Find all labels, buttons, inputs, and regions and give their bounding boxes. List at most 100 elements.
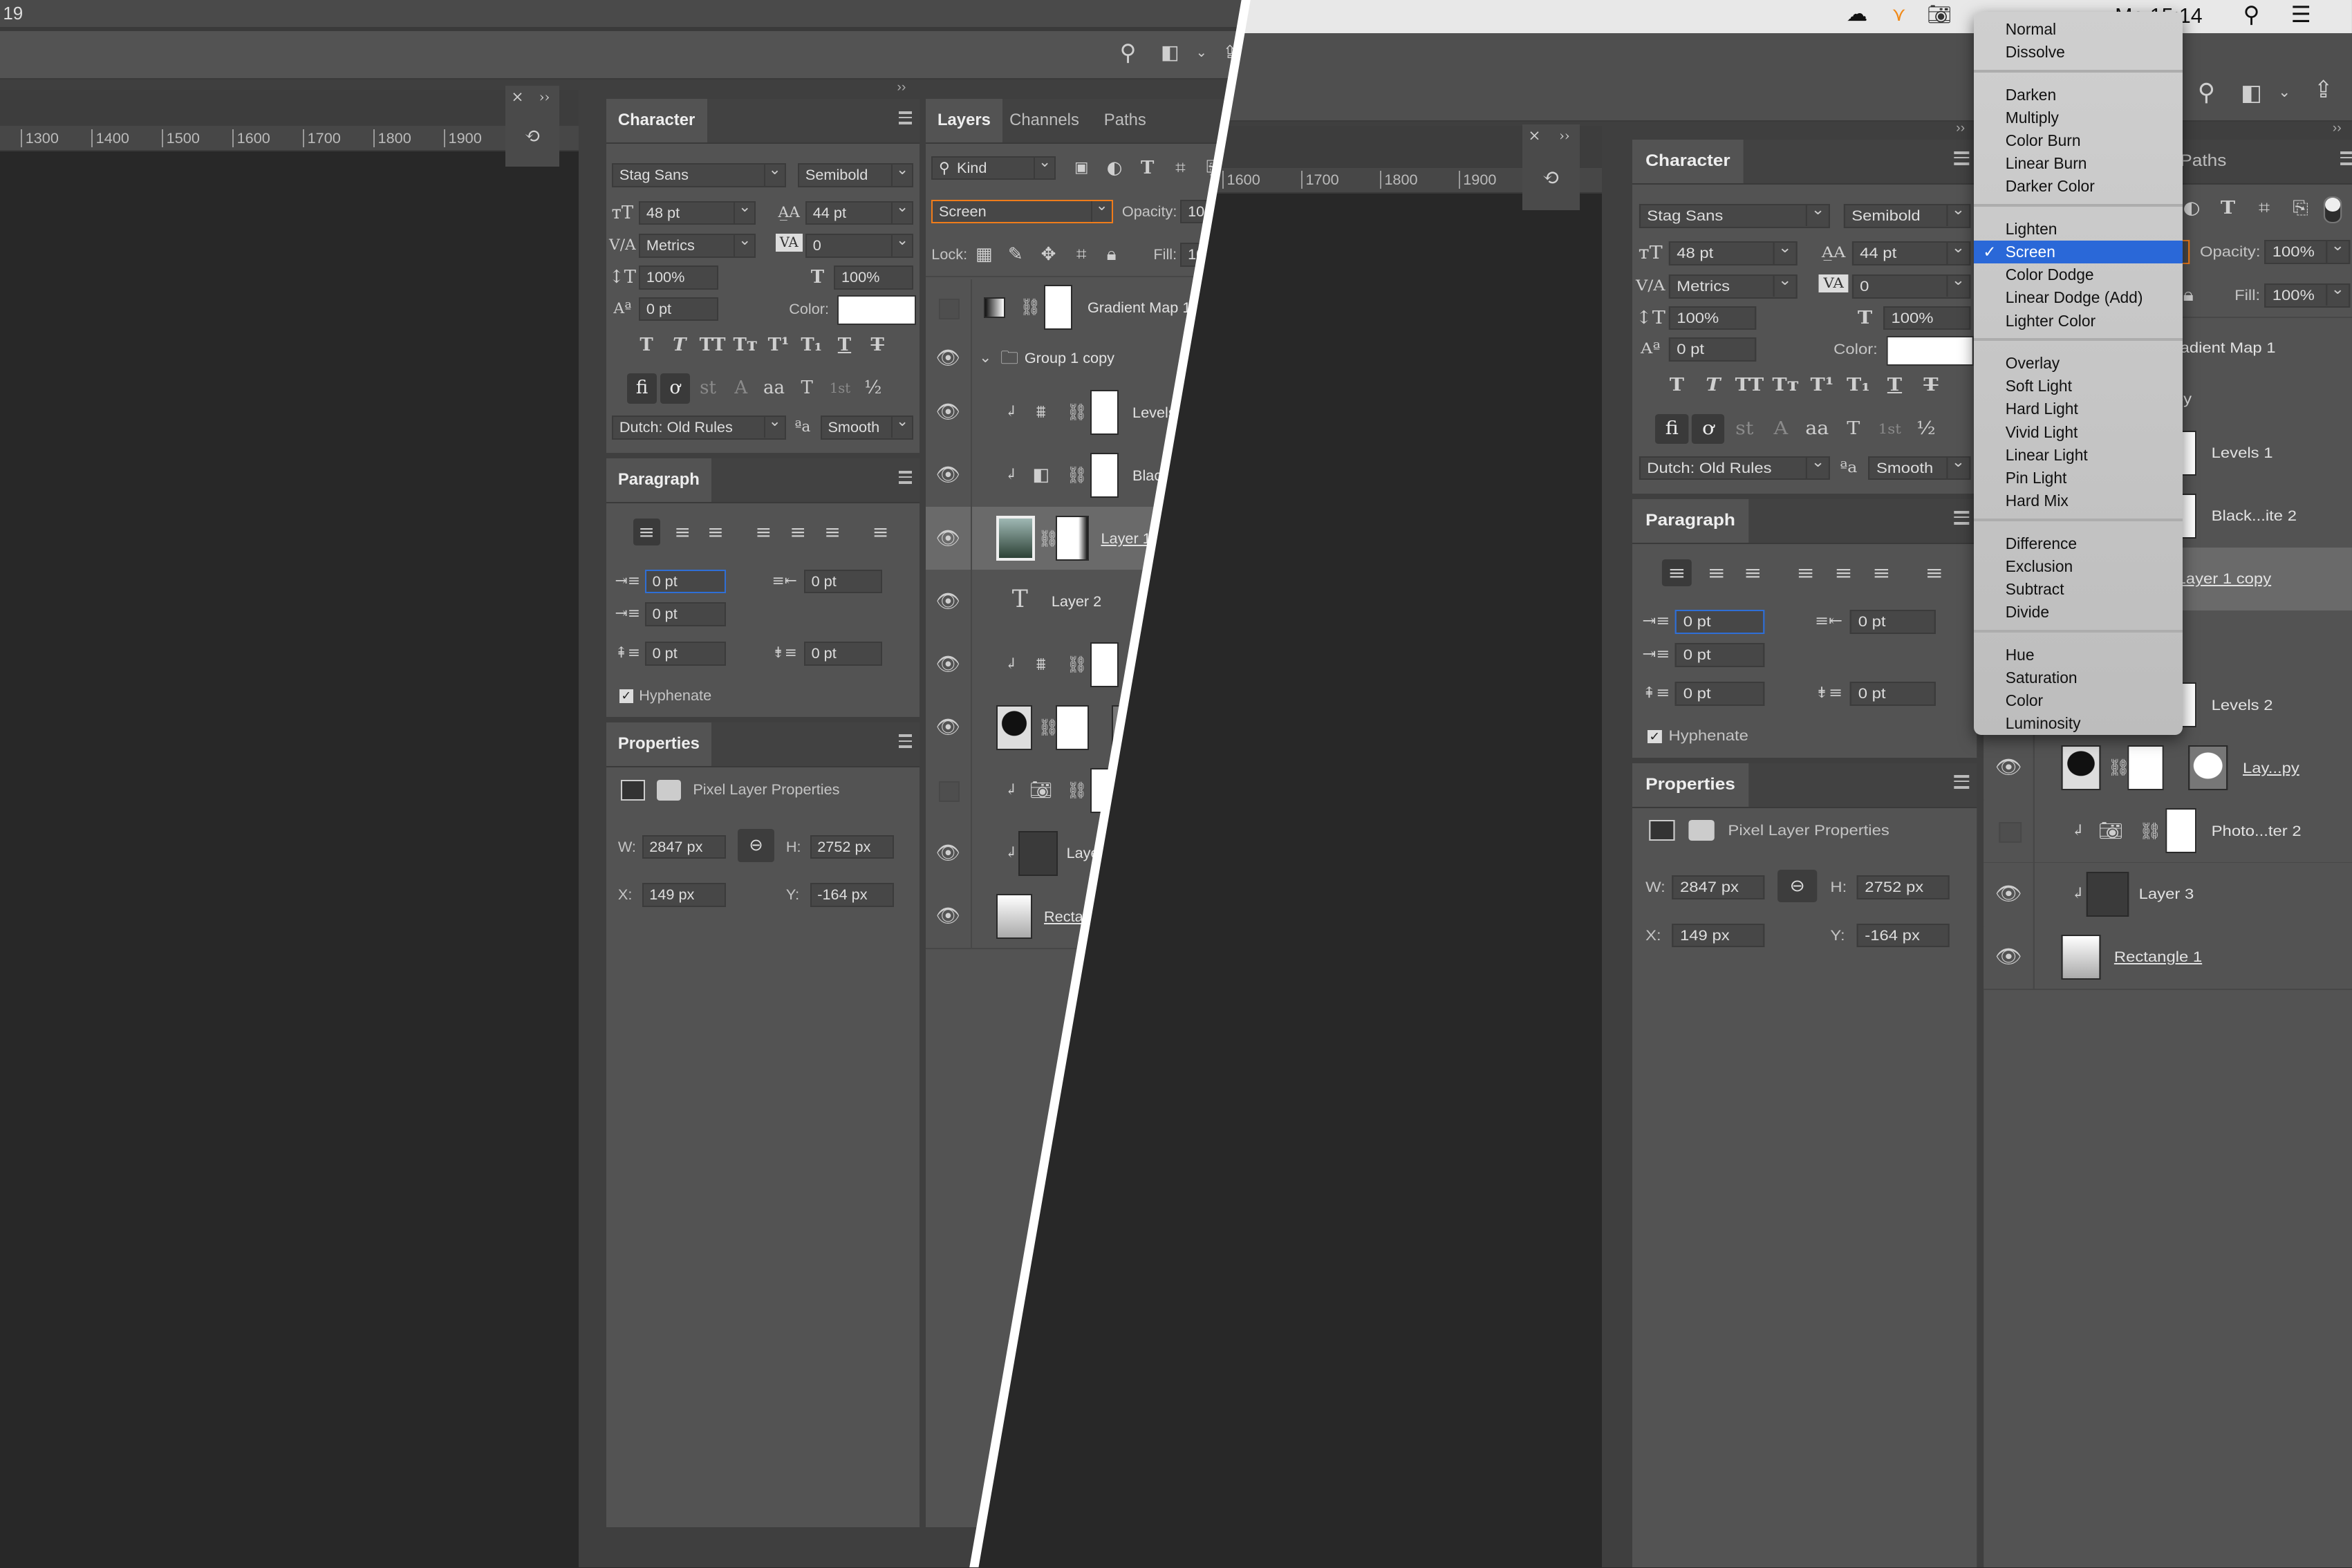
filter-shape-icon[interactable]: ⌗ bbox=[1170, 156, 1191, 180]
workspace-icon[interactable]: ◧ bbox=[1158, 41, 1182, 65]
tab-character[interactable]: Character bbox=[1632, 139, 1744, 183]
hyphenate-checkbox[interactable]: ✓ bbox=[619, 689, 633, 703]
layer-name[interactable]: Layer 1 copy bbox=[2176, 570, 2271, 588]
justify-last-center-icon[interactable]: ≡ bbox=[785, 519, 812, 545]
tab-paragraph[interactable]: Paragraph bbox=[1632, 498, 1748, 543]
type-style-button[interactable]: TT bbox=[699, 333, 726, 357]
blend-mode-option[interactable]: Darker Color bbox=[1974, 175, 2183, 198]
justify-all-icon[interactable]: ≡ bbox=[867, 519, 894, 545]
blend-mode-option[interactable]: Exclusion bbox=[1974, 555, 2183, 578]
tab-properties[interactable]: Properties bbox=[1632, 763, 1748, 807]
opentype-button[interactable]: aa bbox=[759, 373, 789, 403]
opentype-button[interactable]: A bbox=[1764, 414, 1797, 444]
opentype-button[interactable]: ½ bbox=[1909, 414, 1942, 444]
text-color-swatch[interactable] bbox=[1886, 335, 1974, 366]
app-icon-orange[interactable]: ⋎ bbox=[1887, 3, 1911, 27]
justify-all-icon[interactable]: ≡ bbox=[1919, 559, 1949, 586]
close-icon[interactable]: × bbox=[1525, 124, 1543, 149]
layer-name[interactable]: Gradient Map 1 bbox=[1088, 299, 1191, 317]
justify-last-center-icon[interactable]: ≡ bbox=[1829, 559, 1858, 586]
type-style-button[interactable]: T bbox=[633, 333, 660, 357]
type-style-button[interactable]: Tт bbox=[732, 333, 759, 357]
space-after-field[interactable]: 0 pt bbox=[803, 641, 882, 666]
filter-toggle[interactable] bbox=[2323, 196, 2342, 223]
layer-row[interactable]: 👁︎ ↲ Layer 3 bbox=[1983, 862, 2352, 927]
type-style-button[interactable]: T bbox=[1661, 373, 1691, 398]
opentype-button[interactable]: fi bbox=[626, 373, 657, 404]
font-size-field[interactable]: 48 pt bbox=[639, 200, 756, 225]
x-field[interactable]: 149 px bbox=[1671, 923, 1764, 948]
x-field[interactable]: 149 px bbox=[642, 883, 727, 907]
layer-row[interactable]: 👁︎ Rectangle 1 bbox=[1983, 925, 2352, 990]
opentype-button[interactable]: T bbox=[1836, 414, 1869, 444]
eye-icon[interactable]: 👁︎ bbox=[935, 841, 962, 866]
indent-first-line-field[interactable]: 0 pt bbox=[644, 602, 727, 627]
lock-position-icon[interactable]: ✥ bbox=[1040, 243, 1058, 267]
opentype-button[interactable]: st bbox=[1728, 414, 1761, 444]
panel-menu-icon[interactable] bbox=[1953, 151, 1969, 165]
visibility-toggle[interactable]: 👁︎ bbox=[926, 570, 972, 633]
text-color-swatch[interactable] bbox=[837, 295, 917, 326]
leading-field[interactable]: 44 pt bbox=[805, 200, 914, 225]
font-size-field[interactable]: 48 pt bbox=[1668, 241, 1798, 265]
opentype-button[interactable]: fi bbox=[1654, 413, 1688, 445]
visibility-off-box[interactable] bbox=[1998, 821, 2022, 843]
justify-last-right-icon[interactable]: ≡ bbox=[1866, 559, 1896, 586]
antialias-select[interactable]: Smooth bbox=[820, 415, 914, 440]
align-left-icon[interactable]: ≡ bbox=[1661, 559, 1692, 586]
y-field[interactable]: -164 px bbox=[810, 883, 895, 907]
eye-icon[interactable]: 👁︎ bbox=[935, 716, 962, 740]
blend-mode-option[interactable]: Multiply bbox=[1974, 106, 2183, 129]
justify-last-left-icon[interactable]: ≡ bbox=[1791, 559, 1820, 586]
tab-paragraph[interactable]: Paragraph bbox=[606, 458, 712, 503]
blend-mode-option[interactable]: Lighter Color bbox=[1974, 310, 2183, 333]
type-style-button[interactable]: TT bbox=[1734, 373, 1764, 398]
chevron-down-icon[interactable]: ⌄ bbox=[978, 346, 993, 371]
search-icon[interactable]: ⚲ bbox=[1116, 40, 1140, 65]
panel-menu-icon[interactable] bbox=[898, 470, 913, 485]
eye-icon[interactable]: 👁︎ bbox=[935, 346, 962, 371]
type-style-button[interactable]: Tт bbox=[1771, 373, 1800, 398]
type-style-button[interactable]: T¹ bbox=[1807, 373, 1836, 398]
blend-mode-option[interactable]: Hue bbox=[1974, 644, 2183, 666]
type-style-button[interactable]: T¹ bbox=[765, 333, 792, 357]
link-dimensions-button[interactable]: ⊖ bbox=[1777, 869, 1817, 903]
type-style-button[interactable]: T bbox=[1916, 373, 1945, 398]
eye-icon[interactable]: 👁︎ bbox=[1993, 756, 2023, 780]
layer-name[interactable]: Layer 3 bbox=[2138, 885, 2194, 903]
lock-artboard-icon[interactable]: ⌗ bbox=[1072, 243, 1090, 267]
layer-name[interactable]: Layer 2 bbox=[1052, 592, 1101, 610]
lock-all-icon[interactable]: 🔒︎ bbox=[1103, 243, 1121, 267]
antialias-select[interactable]: Smooth bbox=[1867, 456, 1970, 480]
type-style-button[interactable]: T bbox=[864, 333, 891, 357]
justify-last-left-icon[interactable]: ≡ bbox=[750, 519, 777, 545]
eye-icon[interactable]: 👁︎ bbox=[935, 527, 962, 551]
font-style-select[interactable]: Semibold bbox=[1842, 204, 1970, 228]
blend-mode-option[interactable]: Color Dodge bbox=[1974, 263, 2183, 286]
blend-mode-option[interactable]: Overlay bbox=[1974, 352, 2183, 375]
filter-shape-icon[interactable]: ⌗ bbox=[2252, 196, 2275, 221]
space-before-field[interactable]: 0 pt bbox=[1674, 682, 1764, 707]
width-field[interactable]: 2847 px bbox=[1671, 875, 1764, 900]
eye-icon[interactable]: 👁︎ bbox=[935, 904, 962, 928]
vertical-scale-field[interactable]: 100% bbox=[639, 265, 719, 290]
visibility-toggle[interactable] bbox=[926, 758, 972, 822]
blend-mode-option[interactable]: Soft Light bbox=[1974, 375, 2183, 398]
height-field[interactable]: 2752 px bbox=[1856, 875, 1949, 900]
height-field[interactable]: 2752 px bbox=[810, 834, 895, 859]
align-center-icon[interactable]: ≡ bbox=[669, 519, 696, 545]
blend-mode-option[interactable]: Normal bbox=[1974, 18, 2183, 41]
align-right-icon[interactable]: ≡ bbox=[1737, 559, 1767, 586]
language-select[interactable]: Dutch: Old Rules bbox=[1639, 456, 1830, 480]
layer-row[interactable]: ↲ 📷︎ ⛓︎ Photo...ter 2 bbox=[1983, 799, 2352, 864]
layer-name[interactable]: Levels 2 bbox=[2211, 696, 2272, 714]
eye-icon[interactable]: 👁︎ bbox=[1993, 945, 2023, 969]
tab-layers[interactable]: Layers bbox=[925, 99, 1003, 143]
filter-smart-object-icon[interactable]: ⎘ bbox=[2288, 196, 2311, 221]
blend-mode-option[interactable]: Dissolve bbox=[1974, 41, 2183, 64]
spotlight-search-icon[interactable]: ⚲ bbox=[2238, 3, 2265, 27]
visibility-toggle[interactable]: 👁︎ bbox=[926, 381, 972, 445]
justify-last-right-icon[interactable]: ≡ bbox=[819, 519, 846, 545]
filter-type-icon[interactable]: T bbox=[2216, 196, 2239, 221]
eye-icon[interactable]: 👁︎ bbox=[935, 463, 962, 487]
